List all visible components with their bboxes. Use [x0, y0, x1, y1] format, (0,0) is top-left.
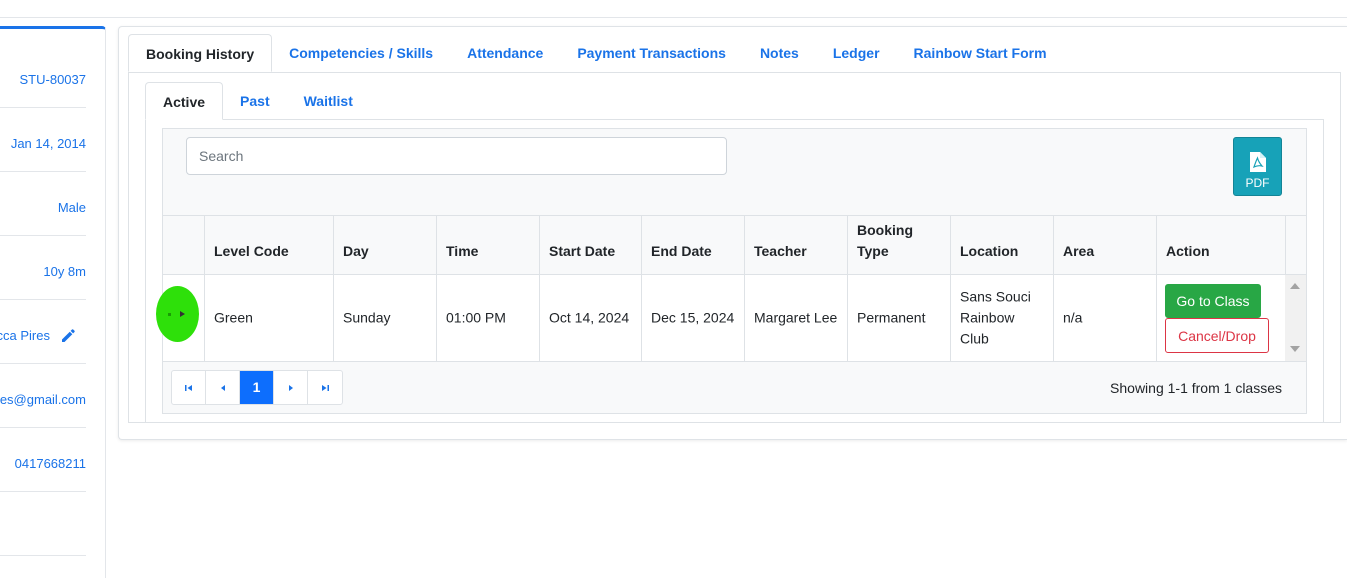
- booking-subtabs: Active Past Waitlist: [145, 82, 370, 120]
- subtab-past[interactable]: Past: [223, 82, 287, 120]
- cell-start-date: Oct 14, 2024: [540, 275, 642, 361]
- cell-time: 01:00 PM: [437, 275, 540, 361]
- cell-booking-type: Permanent: [848, 275, 951, 361]
- previous-page-button[interactable]: [206, 371, 240, 404]
- column-header-area[interactable]: Area: [1054, 216, 1157, 274]
- highlight-mark: [168, 313, 171, 316]
- table-vertical-scrollbar[interactable]: [1285, 275, 1306, 362]
- gender-value: Male: [57, 200, 86, 215]
- student-id-value: STU-80037: [19, 72, 86, 87]
- next-page-button[interactable]: [274, 371, 308, 404]
- next-page-icon: [289, 385, 293, 391]
- subtab-active[interactable]: Active: [145, 82, 224, 120]
- column-header-label: Time: [446, 243, 479, 259]
- column-header-label: Location: [960, 243, 1019, 259]
- guardian-name-value[interactable]: cca Pires: [0, 328, 50, 343]
- column-header-day[interactable]: Day: [334, 216, 437, 274]
- cell-area: n/a: [1054, 275, 1157, 361]
- phone-value[interactable]: 0417668211: [15, 456, 86, 471]
- column-header-end-date[interactable]: End Date: [642, 216, 745, 274]
- tab-competencies-skills[interactable]: Competencies / Skills: [272, 34, 450, 72]
- cell-end-date: Dec 15, 2024: [642, 275, 745, 361]
- subtab-waitlist[interactable]: Waitlist: [287, 82, 370, 120]
- profile-row-student-id: STU-80037: [0, 44, 86, 108]
- search-input[interactable]: [186, 137, 727, 175]
- tab-notes[interactable]: Notes: [743, 34, 816, 72]
- column-header-booking-type[interactable]: Booking Type: [848, 216, 951, 274]
- profile-row-gender: Male: [0, 172, 86, 236]
- column-header-label: Day: [343, 243, 369, 259]
- cell-text: Oct 14, 2024: [549, 309, 630, 326]
- main-tabs: Booking History Competencies / Skills At…: [128, 34, 1064, 72]
- column-header-label: Booking Type: [857, 222, 913, 259]
- cell-text: Sunday: [343, 309, 391, 326]
- column-header-start-date[interactable]: Start Date: [540, 216, 642, 274]
- profile-row-email: res@gmail.com: [0, 364, 86, 428]
- column-header-label: Start Date: [549, 243, 616, 259]
- cell-location: Sans Souci Rainbow Club: [951, 275, 1054, 361]
- pagination: 1: [171, 370, 343, 405]
- column-header-expand: [163, 216, 205, 274]
- column-header-location[interactable]: Location: [951, 216, 1054, 274]
- tab-attendance[interactable]: Attendance: [450, 34, 560, 72]
- profile-row-age: 10y 8m: [0, 236, 86, 300]
- cancel-drop-button[interactable]: Cancel/Drop: [1165, 318, 1269, 353]
- pencil-edit-icon[interactable]: [60, 328, 76, 344]
- pagination-summary: Showing 1-1 from 1 classes: [1110, 380, 1282, 396]
- profile-row-empty: [0, 492, 86, 556]
- cell-text: Green: [214, 309, 253, 326]
- page-1-button[interactable]: 1: [240, 371, 274, 404]
- previous-page-icon: [221, 385, 225, 391]
- cell-text: n/a: [1063, 309, 1083, 326]
- last-page-button[interactable]: [308, 371, 342, 404]
- pdf-file-icon: [1250, 152, 1266, 172]
- cell-teacher: Margaret Lee: [745, 275, 848, 361]
- top-divider: [0, 17, 1347, 18]
- profile-row-dob: Jan 14, 2014: [0, 108, 86, 172]
- student-profile-sidebar: STU-80037 Jan 14, 2014 Male 10y 8m cca P…: [0, 26, 106, 578]
- cell-text: Dec 15, 2024: [651, 309, 735, 326]
- pdf-label: PDF: [1245, 176, 1270, 190]
- tab-booking-history[interactable]: Booking History: [128, 34, 273, 72]
- column-header-label: Action: [1166, 243, 1210, 259]
- email-value[interactable]: res@gmail.com: [0, 392, 86, 407]
- column-header-label: Level Code: [214, 243, 289, 259]
- dob-value: Jan 14, 2014: [10, 136, 86, 151]
- profile-row-guardian: cca Pires: [0, 300, 86, 364]
- scroll-up-arrow-icon[interactable]: [1290, 283, 1300, 289]
- column-header-label: Teacher: [754, 243, 807, 259]
- first-page-icon: [185, 385, 192, 391]
- row-expand-toggle[interactable]: [156, 286, 199, 342]
- column-header-level-code[interactable]: Level Code: [205, 216, 334, 274]
- table-row: Green Sunday 01:00 PM Oct 14, 2024 Dec 1…: [163, 275, 1285, 362]
- scroll-down-arrow-icon[interactable]: [1290, 346, 1300, 352]
- cell-text: Sans Souci Rainbow Club: [960, 288, 1031, 347]
- age-value: 10y 8m: [43, 264, 86, 279]
- last-page-icon: [322, 385, 329, 391]
- column-header-action: Action: [1157, 216, 1286, 274]
- column-header-label: Area: [1063, 243, 1095, 259]
- tab-ledger[interactable]: Ledger: [816, 34, 897, 72]
- cell-day: Sunday: [334, 275, 437, 361]
- tab-rainbow-start-form[interactable]: Rainbow Start Form: [897, 34, 1064, 72]
- column-header-label: End Date: [651, 243, 712, 259]
- pdf-export-button[interactable]: PDF: [1233, 137, 1282, 196]
- caret-right-icon: [180, 311, 185, 317]
- column-header-time[interactable]: Time: [437, 216, 540, 274]
- table-header: Level Code Day Time Start Date End Date …: [163, 215, 1306, 275]
- cell-text: 01:00 PM: [446, 309, 506, 326]
- cell-level-code: Green: [205, 275, 334, 361]
- column-header-teacher[interactable]: Teacher: [745, 216, 848, 274]
- first-page-button[interactable]: [172, 371, 206, 404]
- cell-text: Margaret Lee: [754, 309, 838, 326]
- cell-text: Permanent: [857, 309, 926, 326]
- go-to-class-button[interactable]: Go to Class: [1165, 284, 1261, 318]
- tab-payment-transactions[interactable]: Payment Transactions: [560, 34, 743, 72]
- profile-row-phone: 0417668211: [0, 428, 86, 492]
